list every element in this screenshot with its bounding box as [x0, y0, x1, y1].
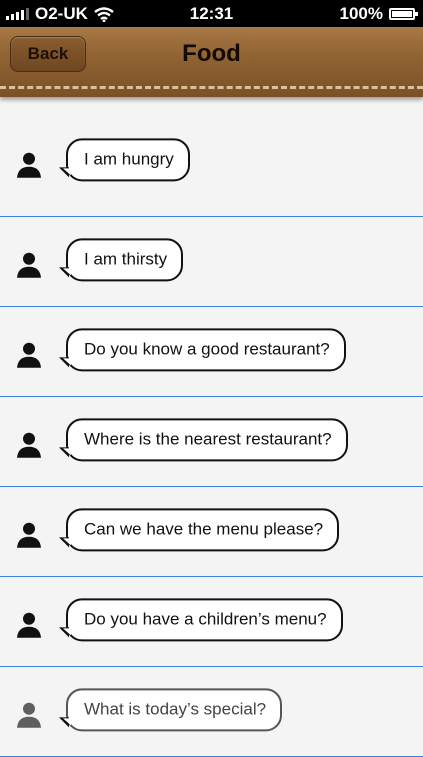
phrase-bubble[interactable]: Do you know a good restaurant?: [59, 327, 346, 371]
page-title: Food: [182, 40, 241, 67]
phrase-row[interactable]: What is today’s special?: [0, 667, 423, 757]
phrase-list: I am hungry I am thirsty Do you know a g…: [0, 107, 423, 757]
phrase-bubble[interactable]: I am thirsty: [58, 237, 184, 281]
phrase-bubble[interactable]: Can we have the menu please?: [58, 507, 340, 551]
status-right: 100%: [339, 4, 418, 24]
battery-icon: [389, 8, 418, 20]
person-icon: [17, 702, 41, 728]
person-icon: [17, 342, 41, 368]
person-icon: [17, 612, 41, 638]
battery-percent: 100%: [339, 4, 383, 23]
nav-bar: Back Food: [0, 27, 423, 97]
phrase-row[interactable]: I am thirsty: [0, 217, 423, 307]
phrase-bubble[interactable]: I am hungry: [59, 137, 190, 181]
person-icon: [17, 252, 41, 278]
status-bar: O2-UK 12:31 100%: [0, 0, 423, 27]
phrase-bubble[interactable]: What is today’s special?: [58, 687, 283, 731]
phrase-row[interactable]: Do you have a children’s menu?: [0, 577, 423, 667]
phrase-row[interactable]: I am hungry: [0, 107, 423, 217]
phrase-bubble[interactable]: Where is the nearest restaurant?: [59, 417, 348, 461]
phrase-bubble[interactable]: Do you have a children’s menu?: [59, 597, 343, 641]
person-icon: [17, 152, 41, 178]
person-icon: [17, 522, 41, 548]
phrase-row[interactable]: Where is the nearest restaurant?: [0, 397, 423, 487]
person-icon: [17, 432, 41, 458]
leather-stitching: [0, 86, 423, 89]
phrase-row[interactable]: Do you know a good restaurant?: [0, 307, 423, 397]
phrase-row[interactable]: Can we have the menu please?: [0, 487, 423, 577]
